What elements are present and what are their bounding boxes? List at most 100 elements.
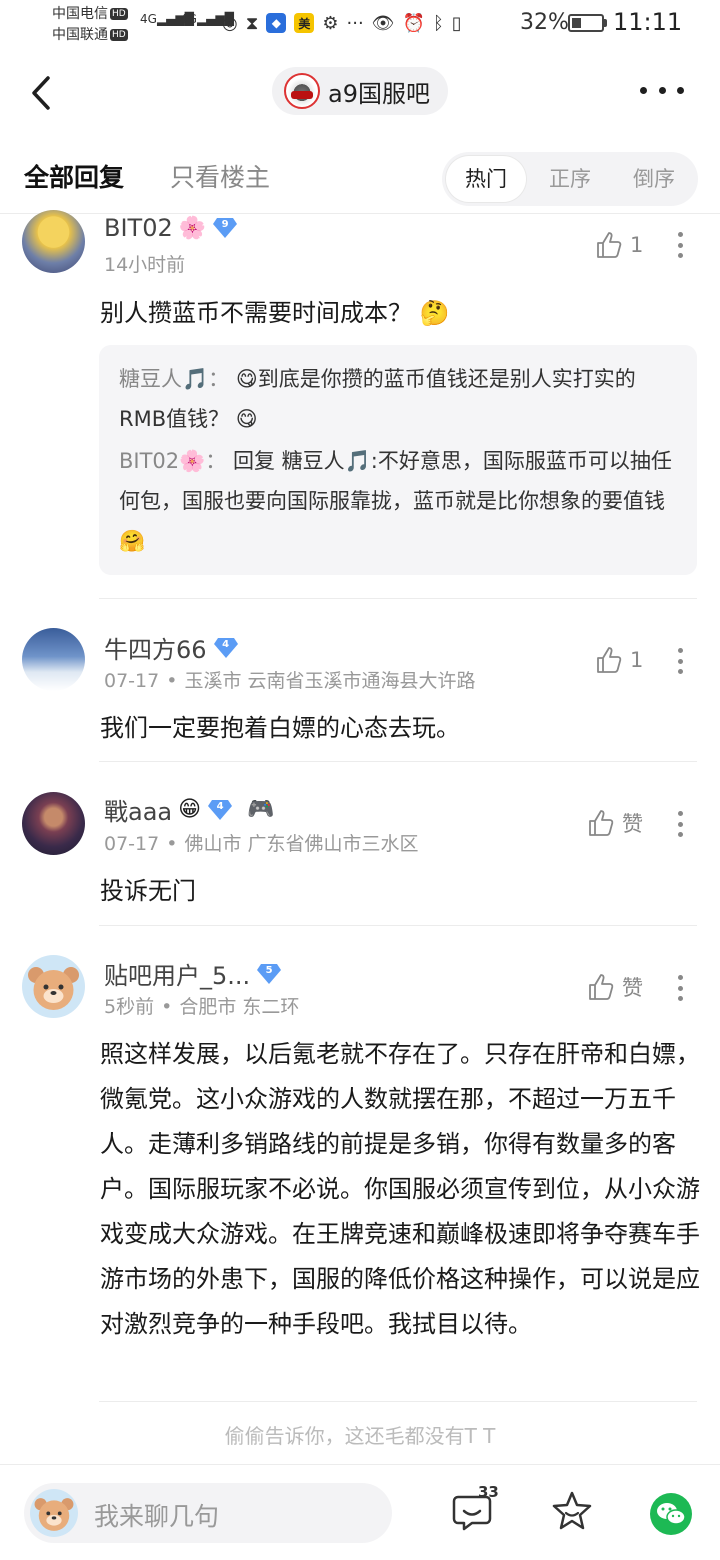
status-bar: 中国电信 HD 中国联通 HD 4G▂▄▆█ 4G▂▄▆█ ◎ ⧗ ◆ 美 ⚙ ··… xyxy=(0,0,720,50)
comment-count-badge: 33 xyxy=(478,1483,499,1501)
sort-desc-button[interactable]: 倒序 xyxy=(614,156,694,202)
like-button[interactable]: 1 xyxy=(594,645,643,675)
username-row: 戰aaa 😁 4 🎮 xyxy=(104,792,274,827)
post-menu-button[interactable] xyxy=(678,648,684,674)
carrier-info: 中国电信 HD 中国联通 HD xyxy=(52,6,128,43)
eye-icon: 👁 xyxy=(371,12,395,34)
tab-all-replies[interactable]: 全部回复 xyxy=(24,158,124,194)
forum-logo xyxy=(284,73,320,109)
username-row: 贴吧用户_5... 5 xyxy=(104,956,282,991)
avatar[interactable] xyxy=(22,628,85,691)
vibrate-icon: ▯ xyxy=(451,12,462,34)
username[interactable]: 戰aaa xyxy=(104,792,172,827)
hourglass-icon: ⧗ xyxy=(245,12,259,34)
avatar[interactable] xyxy=(22,955,85,1018)
avatar[interactable] xyxy=(22,792,85,855)
like-button[interactable]: 1 xyxy=(594,230,643,260)
sub-reply: BIT02🌸： 回复 糖豆人🎵:不好意思，国际服蓝币可以抽任何包，国服也要向国际… xyxy=(119,449,672,553)
username-row: 牛四方66 4 xyxy=(104,630,239,665)
username-row: BIT02 🌸 9 xyxy=(104,214,238,242)
reply-content: 别人攒蓝币不需要时间成本？ 🤔 xyxy=(100,299,450,327)
battery-tip xyxy=(604,19,607,27)
more-options-button[interactable] xyxy=(640,78,684,102)
post-location: 玉溪市 云南省玉溪市通海县大许路 xyxy=(184,670,476,692)
bear-icon xyxy=(28,967,79,1010)
wechat-share-button[interactable] xyxy=(650,1493,692,1535)
post-time: 14小时前 xyxy=(104,254,186,276)
forum-entry[interactable]: a9国服吧 xyxy=(272,67,448,115)
settings-app-icon: ⚙ xyxy=(322,12,339,34)
bear-icon xyxy=(34,1498,74,1531)
spiral-icon: ◎ xyxy=(222,12,238,34)
like-button[interactable]: 赞 xyxy=(586,972,643,1002)
post-meta: 07-17 • 佛山市 广东省佛山市三水区 xyxy=(104,833,419,855)
reply-content: 照这样发展，以后氪老就不存在了。只存在肝帝和白嫖，微氪党。这小众游戏的人数就摆在… xyxy=(100,1040,700,1338)
sub-reply-author[interactable]: 糖豆人🎵： xyxy=(119,367,229,391)
divider xyxy=(99,925,697,926)
shield-app-icon: ◆ xyxy=(266,13,287,33)
favorite-button[interactable] xyxy=(550,1489,594,1533)
reply-filter-bar: 全部回复 只看楼主 热门 正序 倒序 xyxy=(0,140,720,214)
post-location: 佛山市 广东省佛山市三水区 xyxy=(184,833,419,855)
post-menu-button[interactable] xyxy=(678,232,684,258)
avatar[interactable] xyxy=(22,210,85,273)
divider xyxy=(99,1401,697,1402)
level-badge-icon: 5 xyxy=(256,963,282,985)
post-menu-button[interactable] xyxy=(678,811,684,837)
sub-replies[interactable]: 糖豆人🎵： 😋到底是你攒的蓝币值钱还是别人实打实的RMB值钱？ 😋 BIT02🌸… xyxy=(99,345,697,575)
sort-asc-button[interactable]: 正序 xyxy=(532,156,608,202)
like-button[interactable]: 赞 xyxy=(586,808,643,838)
name-emoji: 😁 xyxy=(178,797,202,822)
username[interactable]: BIT02 xyxy=(104,214,173,242)
divider xyxy=(99,761,697,762)
level-badge-icon: 4 xyxy=(207,799,233,821)
reply-placeholder: 我来聊几句 xyxy=(94,1502,220,1531)
reply-input[interactable]: 我来聊几句 xyxy=(24,1483,392,1543)
username[interactable]: 贴吧用户_5... xyxy=(104,956,250,991)
bottom-action-bar: 我来聊几句 33 xyxy=(0,1464,720,1560)
bluetooth-icon: ᛒ xyxy=(432,12,444,34)
sort-switch: 热门 正序 倒序 xyxy=(442,152,698,206)
forum-name: a9国服吧 xyxy=(328,79,430,108)
name-emoji: 🌸 xyxy=(178,215,207,241)
wechat-icon xyxy=(657,1503,686,1525)
reply-content: 投诉无门 xyxy=(100,877,196,905)
star-icon xyxy=(552,1491,592,1530)
like-count: 1 xyxy=(630,648,644,672)
post-date: 07-17 xyxy=(104,833,160,855)
reply-content: 我们一定要抱着白嫖的心态去玩。 xyxy=(100,714,460,742)
back-button[interactable] xyxy=(22,68,62,118)
more-notifications-icon: ··· xyxy=(346,12,364,34)
sort-hot-button[interactable]: 热门 xyxy=(446,156,526,202)
post-location: 合肥市 东二环 xyxy=(179,996,300,1018)
notification-icons: ◎ ⧗ ◆ 美 ⚙ ··· 👁 ⏰ ᛒ ▯ xyxy=(222,10,462,36)
battery-icon xyxy=(568,14,604,32)
like-label: 赞 xyxy=(622,976,643,1000)
battery-percent: 32% xyxy=(520,10,569,35)
end-of-list-note: 偷偷告诉你，这还毛都没有T T xyxy=(224,1424,496,1448)
alarm-icon: ⏰ xyxy=(402,12,425,34)
meituan-icon: 美 xyxy=(294,13,315,33)
thumbs-up-icon xyxy=(589,974,614,1000)
username[interactable]: 牛四方66 xyxy=(104,630,207,665)
clock: 11:11 xyxy=(613,8,683,36)
post-meta: 07-17 • 玉溪市 云南省玉溪市通海县大许路 xyxy=(104,670,476,692)
post-date: 07-17 xyxy=(104,670,160,692)
thumbs-up-icon xyxy=(597,232,622,258)
divider xyxy=(99,598,697,599)
chevron-left-icon xyxy=(32,76,50,110)
sub-reply: 糖豆人🎵： 😋到底是你攒的蓝币值钱还是别人实打实的RMB值钱？ 😋 xyxy=(119,367,636,431)
post-menu-button[interactable] xyxy=(678,975,684,1001)
thumbs-up-icon xyxy=(589,810,614,836)
tab-owner-only[interactable]: 只看楼主 xyxy=(170,158,270,194)
level-badge-icon: 4 xyxy=(213,637,239,659)
post-date: 5秒前 xyxy=(104,996,155,1018)
top-nav: a9国服吧 xyxy=(0,50,720,140)
sub-reply-author[interactable]: BIT02🌸： xyxy=(119,449,226,473)
like-count: 1 xyxy=(630,233,644,257)
gamepad-badge-icon: 🎮 xyxy=(247,797,275,822)
thumbs-up-icon xyxy=(597,647,622,673)
like-label: 赞 xyxy=(622,812,643,836)
level-badge-icon: 9 xyxy=(212,217,238,239)
post-meta: 5秒前 • 合肥市 东二环 xyxy=(104,996,300,1018)
